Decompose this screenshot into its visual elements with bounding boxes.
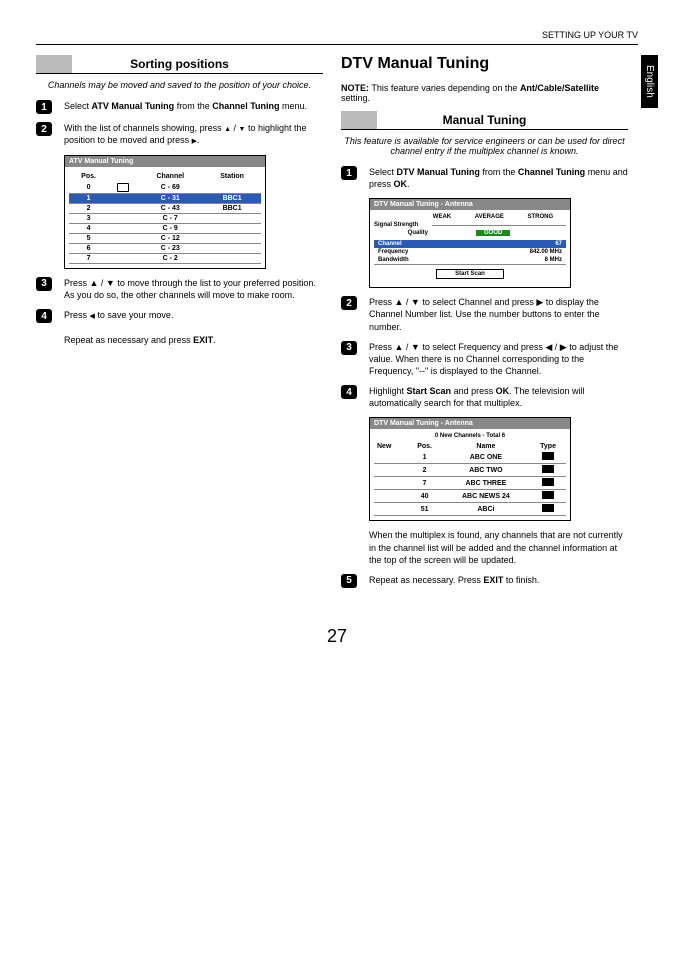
table-row: 3C - 7 — [69, 213, 261, 223]
table-row: 7C - 2 — [69, 253, 261, 263]
step-text: Select DTV Manual Tuning from the Channe… — [369, 166, 628, 190]
table-row: 4C - 9 — [69, 223, 261, 233]
table-row: 7ABC THREE — [374, 477, 566, 490]
dtv-step-2: 2 Press ▲ / ▼ to select Channel and pres… — [341, 296, 628, 332]
atv-channel-table: Pos. Channel Station 0C - 691C - 31BBC12… — [69, 171, 261, 264]
step-badge-3: 3 — [341, 341, 357, 355]
tv-type-icon — [542, 465, 554, 473]
sorting-step-1: 1 Select ATV Manual Tuning from the Chan… — [36, 100, 323, 114]
sorting-step-4: 4 Press to save your move. Repeat as nec… — [36, 309, 323, 346]
quality-good-badge: GOOD — [476, 230, 510, 236]
manual-intro: This feature is available for service en… — [341, 136, 628, 156]
table-row: 5C - 12 — [69, 233, 261, 243]
table-row: 1C - 31BBC1 — [69, 193, 261, 203]
step-badge-5: 5 — [341, 574, 357, 588]
arrow-up-icon — [224, 123, 231, 133]
dtv-tuning-box: DTV Manual Tuning - Antenna WEAK AVERAGE… — [369, 198, 571, 288]
table-row: 0C - 69 — [69, 182, 261, 194]
dtv-step-5: 5 Repeat as necessary. Press EXIT to fin… — [341, 574, 628, 588]
sorting-heading: Sorting positions — [36, 55, 323, 74]
sorting-intro: Channels may be moved and saved to the p… — [36, 80, 323, 90]
dtv-step-1: 1 Select DTV Manual Tuning from the Chan… — [341, 166, 628, 190]
step-badge-4: 4 — [341, 385, 357, 399]
table-row: 51ABCi — [374, 503, 566, 516]
table-row: 40ABC NEWS 24 — [374, 490, 566, 503]
tv-type-icon — [542, 452, 554, 460]
table-row: 2ABC TWO — [374, 464, 566, 477]
channel-row: Channel 67 — [374, 240, 566, 248]
step-text: Press ▲ / ▼ to move through the list to … — [64, 277, 323, 301]
bandwidth-row: Bandwidth 8 MHz — [374, 256, 566, 265]
dtv-note: NOTE: This feature varies depending on t… — [341, 83, 628, 103]
step-text: Press ▲ / ▼ to select Channel and press … — [369, 296, 628, 332]
step-badge-2: 2 — [36, 122, 52, 136]
tv-type-icon — [542, 478, 554, 486]
language-tab: English — [641, 55, 658, 108]
sorting-step-3: 3 Press ▲ / ▼ to move through the list t… — [36, 277, 323, 301]
sorting-step-2: 2 With the list of channels showing, pre… — [36, 122, 323, 147]
table-row: 6C - 23 — [69, 243, 261, 253]
dtv-results-summary: 0 New Channels - Total 6 — [374, 433, 566, 439]
step-badge-4: 4 — [36, 309, 52, 323]
tv-type-icon — [542, 491, 554, 499]
header-section: SETTING UP YOUR TV — [36, 30, 638, 40]
step-badge-1: 1 — [341, 166, 357, 180]
manual-tuning-heading: Manual Tuning — [341, 111, 628, 130]
page-number: 27 — [36, 626, 638, 647]
step-badge-3: 3 — [36, 277, 52, 291]
step-text: Press ▲ / ▼ to select Frequency and pres… — [369, 341, 628, 377]
frequency-row: Frequency 842.00 MHz — [374, 248, 566, 256]
dtv-main-heading: DTV Manual Tuning — [341, 55, 628, 73]
right-column: DTV Manual Tuning NOTE: This feature var… — [341, 47, 628, 596]
start-scan-button[interactable]: Start Scan — [436, 269, 504, 279]
dtv-box-title: DTV Manual Tuning - Antenna — [370, 199, 570, 210]
dtv-step-3: 3 Press ▲ / ▼ to select Frequency and pr… — [341, 341, 628, 377]
step-text: Press to save your move. Repeat as neces… — [64, 309, 323, 346]
step-text: With the list of channels showing, press… — [64, 122, 323, 147]
atv-tuning-box: ATV Manual Tuning Pos. Channel Station 0… — [64, 155, 266, 269]
dtv-step-4: 4 Highlight Start Scan and press OK. The… — [341, 385, 628, 409]
dtv-results-title: DTV Manual Tuning - Antenna — [370, 418, 570, 429]
step-text: Highlight Start Scan and press OK. The t… — [369, 385, 628, 409]
dtv-results-table: New Pos. Name Type 1ABC ONE2ABC TWO7ABC … — [374, 442, 566, 516]
dtv-results-box: DTV Manual Tuning - Antenna 0 New Channe… — [369, 417, 571, 521]
dtv-followup-text: When the multiplex is found, any channel… — [369, 529, 628, 565]
tv-type-icon — [542, 504, 554, 512]
atv-box-title: ATV Manual Tuning — [65, 156, 265, 167]
key-icon — [117, 183, 129, 192]
step-text: Repeat as necessary. Press EXIT to finis… — [369, 574, 628, 586]
table-row: 1ABC ONE — [374, 451, 566, 464]
step-text: Select ATV Manual Tuning from the Channe… — [64, 100, 323, 112]
table-row: 2C - 43BBC1 — [69, 203, 261, 213]
left-column: Sorting positions Channels may be moved … — [36, 47, 323, 596]
header-rule — [36, 44, 638, 45]
step-badge-1: 1 — [36, 100, 52, 114]
step-badge-2: 2 — [341, 296, 357, 310]
